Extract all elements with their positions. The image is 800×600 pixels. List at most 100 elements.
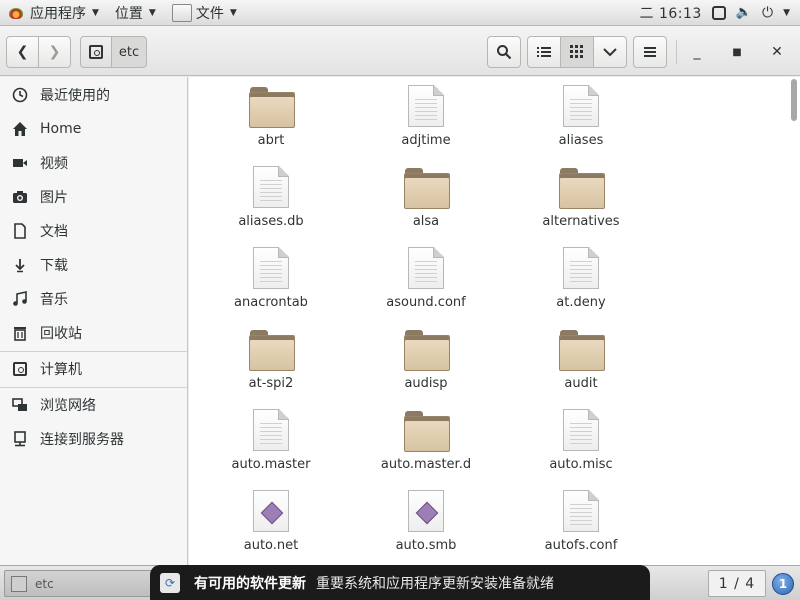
sidebar-item-label: 回收站 <box>40 326 82 342</box>
chevron-down-icon <box>603 47 617 56</box>
screen-icon[interactable] <box>711 5 726 20</box>
list-view-button[interactable] <box>527 36 561 68</box>
file-item[interactable]: audisp <box>356 322 496 403</box>
chevron-down-icon: ▼ <box>229 7 237 18</box>
files-app-icon <box>171 3 192 22</box>
file-item[interactable]: alternatives <box>511 160 651 241</box>
file-item[interactable]: at.deny <box>511 241 651 322</box>
maximize-button[interactable]: ■ <box>726 42 748 62</box>
file-item[interactable]: anacrontab <box>201 241 341 322</box>
file-name: aliases <box>558 133 604 148</box>
file-item[interactable]: auto.master <box>201 403 341 484</box>
file-item[interactable]: auto.misc <box>511 403 651 484</box>
file-item[interactable]: adjtime <box>356 79 496 160</box>
path-segment-etc[interactable]: etc <box>111 36 147 68</box>
close-icon: ✕ <box>771 44 783 60</box>
applications-logo-icon <box>8 5 24 21</box>
file-name: auto.master <box>231 457 311 472</box>
text-file-icon <box>563 409 599 451</box>
file-item[interactable]: auto.smb <box>356 484 496 565</box>
sidebar-divider <box>0 351 187 352</box>
download-icon <box>12 257 28 273</box>
sidebar-divider <box>0 387 187 388</box>
sidebar-item-label: 浏览网络 <box>40 398 96 414</box>
sidebar-item-music[interactable]: 音乐 <box>0 284 187 314</box>
sidebar-item-label: 图片 <box>40 190 68 206</box>
workspace-pager[interactable]: 1 / 4 <box>708 570 766 597</box>
home-icon <box>12 121 28 137</box>
applications-menu[interactable]: 应用程序 ▼ <box>0 0 107 26</box>
view-options-button[interactable] <box>593 36 627 68</box>
sidebar-item-pictures[interactable]: 图片 <box>0 182 187 212</box>
sidebar-item-trash[interactable]: 回收站 <box>0 318 187 348</box>
sidebar-item-label: 文档 <box>40 224 68 240</box>
file-item[interactable]: auto.master.d <box>356 403 496 484</box>
folder-icon <box>559 168 605 209</box>
sidebar-item-computer[interactable]: 计算机 <box>0 354 187 384</box>
taskbar-window-label: etc <box>35 576 54 591</box>
camera-icon <box>12 189 28 205</box>
file-item[interactable]: audit <box>511 322 651 403</box>
close-button[interactable]: ✕ <box>766 42 788 62</box>
update-notification[interactable]: ⟳ 有可用的软件更新 重要系统和应用程序更新安装准备就绪 <box>150 565 650 600</box>
text-file-icon <box>563 85 599 127</box>
back-button[interactable]: ❮ <box>6 36 39 68</box>
file-item[interactable]: alsa <box>356 160 496 241</box>
server-icon <box>12 431 28 447</box>
sidebar-item-recent[interactable]: 最近使用的 <box>0 80 187 110</box>
menu-button[interactable] <box>633 36 667 68</box>
sidebar-item-downloads[interactable]: 下载 <box>0 250 187 280</box>
sidebar-item-connect-server[interactable]: 连接到服务器 <box>0 424 187 454</box>
power-icon[interactable]: ⏻ <box>762 5 773 21</box>
clock[interactable]: 二 16:13 <box>640 3 702 23</box>
sidebar-item-label: 视频 <box>40 156 68 172</box>
file-name: alsa <box>412 214 440 229</box>
sidebar-item-documents[interactable]: 文档 <box>0 216 187 246</box>
sidebar-item-label: 最近使用的 <box>40 88 110 104</box>
header-separator <box>676 40 677 64</box>
system-tray: 二 16:13 🔈 ⏻ ▼ <box>640 0 800 26</box>
chevron-right-icon: ❯ <box>48 44 61 60</box>
places-menu-label: 位置 <box>114 5 143 22</box>
chevron-down-icon: ▼ <box>92 7 99 18</box>
top-panel: 应用程序 ▼ 位置 ▼ 文件 ▼ 二 16:13 🔈 ⏻ ▼ <box>0 0 800 26</box>
minimize-button[interactable]: _ <box>686 42 708 62</box>
files-app-menu-label: 文件 <box>195 5 224 22</box>
script-file-icon <box>408 490 444 532</box>
file-item[interactable]: aliases.db <box>201 160 341 241</box>
text-file-icon <box>253 247 289 289</box>
files-app-menu[interactable]: 文件 ▼ <box>164 0 245 26</box>
file-item[interactable]: auto.net <box>201 484 341 565</box>
forward-button[interactable]: ❯ <box>38 36 71 68</box>
grid-view-button[interactable] <box>560 36 594 68</box>
file-name: auto.net <box>243 538 299 553</box>
file-name: auto.misc <box>549 457 613 472</box>
sidebar-item-label: 音乐 <box>40 292 68 308</box>
sidebar-item-home[interactable]: Home <box>0 114 187 144</box>
location-root-button[interactable] <box>80 36 112 68</box>
sidebar: 最近使用的 Home 视频 图片 文档 下载 音乐 回收站 计算机 浏览网络 连… <box>0 77 188 565</box>
file-item[interactable]: autofs.conf <box>511 484 651 565</box>
sidebar-item-label: 连接到服务器 <box>40 432 124 448</box>
sidebar-item-network[interactable]: 浏览网络 <box>0 390 187 420</box>
places-menu[interactable]: 位置 ▼ <box>107 0 164 26</box>
maximize-icon: ■ <box>732 46 742 58</box>
file-item[interactable]: aliases <box>511 79 651 160</box>
file-view[interactable]: abrt adjtime aliases aliases.db alsa alternat… <box>189 77 800 565</box>
taskbar-window-etc[interactable]: etc <box>4 570 154 597</box>
file-item[interactable]: at-spi2 <box>201 322 341 403</box>
file-name: alternatives <box>542 214 620 229</box>
file-item[interactable]: asound.conf <box>356 241 496 322</box>
sidebar-item-label: 计算机 <box>40 362 82 378</box>
notification-count-badge[interactable]: 1 <box>772 573 794 595</box>
folder-icon <box>404 168 450 209</box>
minimize-icon: _ <box>693 44 701 60</box>
search-button[interactable] <box>487 36 521 68</box>
file-item[interactable]: abrt <box>201 79 341 160</box>
chevron-down-icon[interactable]: ▼ <box>783 8 790 18</box>
scrollbar[interactable] <box>791 79 797 121</box>
volume-icon[interactable]: 🔈 <box>736 5 752 20</box>
file-name: audit <box>564 376 598 391</box>
sidebar-item-videos[interactable]: 视频 <box>0 148 187 178</box>
file-name: auto.master.d <box>380 457 472 472</box>
